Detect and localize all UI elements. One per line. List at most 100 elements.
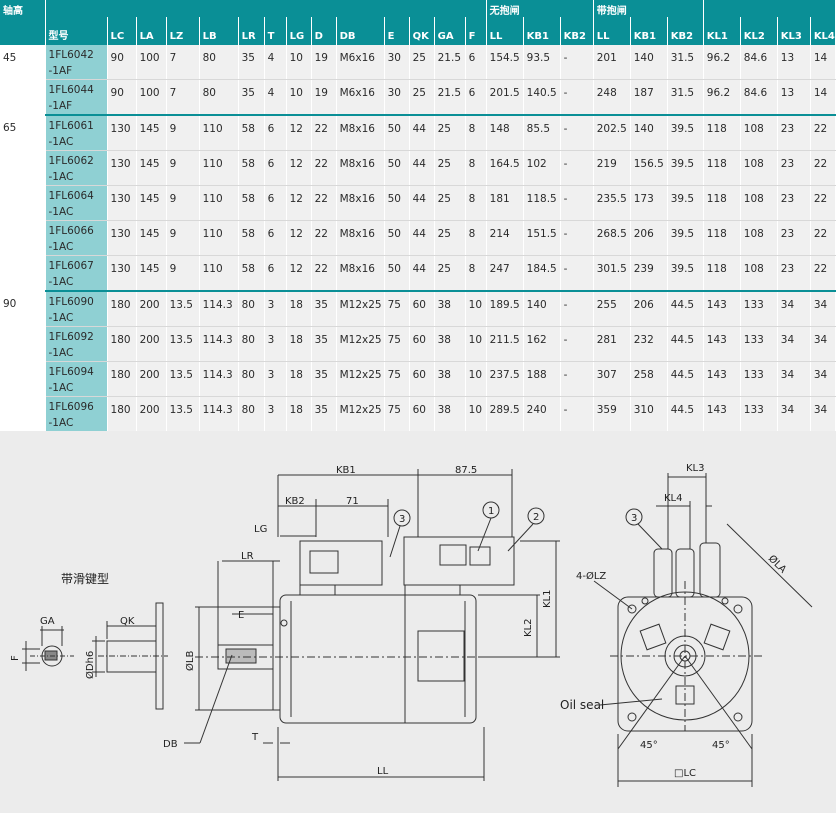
value-cell: M8x16 [336,185,385,221]
value-cell: - [560,291,594,327]
value-cell: 145 [136,255,167,292]
column-header: KL3 [777,17,811,45]
value-cell: 258 [630,361,668,397]
label-kl1: KL1 [542,590,553,609]
table-row: 1FL6044 -1AF 90 100 7 80 35 4 10 19 M6x16 30 25 21.5 6… [0,79,836,116]
value-cell: 34 [810,291,836,327]
value-cell: 110 [199,185,239,221]
key-type-label: 带滑键型 [61,572,109,586]
shaft-height-header: 轴高 [0,0,46,45]
value-cell: 180 [107,326,137,362]
value-cell: 75 [384,396,410,433]
value-cell: 80 [238,361,265,397]
connector-1 [299,540,383,586]
shaft-height-cell: 45 [0,45,46,115]
table-row: 1FL6066 -1AC 130 145 9 110 58 6 12 22 M8x16 50 44 25 8… [0,220,836,256]
model-cell: 1FL6064 -1AC [45,185,108,221]
value-cell: 13 [777,45,811,80]
model-line-1: 1FL6092 [48,331,94,343]
value-cell: 100 [136,79,167,116]
value-cell: 9 [166,185,200,221]
value-cell: 58 [238,255,265,292]
value-cell: 145 [136,220,167,256]
value-cell: 240 [523,396,561,433]
value-cell: 200 [136,326,167,362]
value-cell: 148 [486,115,524,151]
value-cell: 25 [409,45,435,80]
value-cell: 110 [199,115,239,151]
table-row: 1FL6094 -1AC 180 200 13.5 114.3 80 3 18 35 M12x25 7… [0,361,836,397]
value-cell: 188 [523,361,561,397]
value-cell: M8x16 [336,220,385,256]
value-cell: 201.5 [486,79,524,116]
value-cell: 21.5 [434,79,466,116]
value-cell: 219 [593,150,631,186]
value-cell: 22 [311,150,337,186]
value-cell: 58 [238,185,265,221]
value-cell: 14 [810,45,836,80]
model-line-2: -1AC [48,276,74,288]
value-cell: 60 [409,291,435,327]
value-cell: 200 [136,396,167,433]
value-cell: 7 [166,79,200,116]
value-cell: 22 [810,220,836,256]
group-no-brake-header: 无抱闸 [486,0,594,17]
value-cell: - [560,396,594,433]
column-header: E [384,17,410,45]
column-header: LR [238,17,265,45]
label-kl3: KL3 [686,463,705,474]
value-cell: 34 [810,361,836,397]
value-cell: 25 [434,255,466,292]
value-cell: 140 [630,115,668,151]
value-cell: M8x16 [336,150,385,186]
model-line-1: 1FL6094 [48,366,94,378]
value-cell: 25 [434,150,466,186]
value-cell: 13.5 [166,291,200,327]
value-cell: 35 [311,396,337,433]
value-cell: 114.3 [199,396,239,433]
drawing-svg: KB1 87.5 KB2 71 LG LR E 带滑键型 GA QK F ØDh… [10,463,813,787]
value-cell: 180 [107,291,137,327]
shaft-height-cell: 65 [0,115,46,291]
value-cell: 80 [238,396,265,433]
value-cell: 80 [238,326,265,362]
value-cell: 9 [166,150,200,186]
model-cell: 1FL6092 -1AC [45,326,108,362]
value-cell: 34 [777,396,811,433]
value-cell: 50 [384,220,410,256]
header-row-2: 型号 LC LA LZ LB LR T LG D DB E QK GA F LL KB1 KB2 LL KB1 KB2… [0,17,836,45]
value-cell: 60 [409,396,435,433]
group-brake-header: 带抱闸 [593,0,704,17]
value-cell: 25 [434,115,466,151]
value-cell: 14 [810,79,836,116]
label-lc: □LC [674,768,696,779]
value-cell: 140 [523,291,561,327]
label-kl4: KL4 [664,493,683,504]
value-cell: 60 [409,361,435,397]
label-od: ØDh6 [84,651,96,679]
value-cell: 100 [136,45,167,80]
value-cell: 96.2 [703,45,741,80]
label-olb: ØLB [184,651,196,671]
column-header: KB1 [523,17,561,45]
model-line-1: 1FL6096 [48,401,94,413]
value-cell: - [560,150,594,186]
value-cell: 50 [384,150,410,186]
column-header: KL2 [740,17,778,45]
value-cell: 13.5 [166,396,200,433]
column-header: LL [593,17,631,45]
column-header: F [465,17,487,45]
table-row: 1FL6096 -1AC 180 200 13.5 114.3 80 3 18 35 M12x25 7… [0,396,836,433]
value-cell: 34 [777,291,811,327]
value-cell: 23 [777,255,811,292]
value-cell: 44 [409,220,435,256]
value-cell: 156.5 [630,150,668,186]
value-cell: 110 [199,255,239,292]
value-cell: 180 [107,396,137,433]
value-cell: 22 [810,255,836,292]
value-cell: 6 [264,115,287,151]
value-cell: 289.5 [486,396,524,433]
value-cell: 30 [384,45,410,80]
value-cell: 39.5 [667,255,704,292]
label-oil-seal: Oil seal [560,698,604,712]
